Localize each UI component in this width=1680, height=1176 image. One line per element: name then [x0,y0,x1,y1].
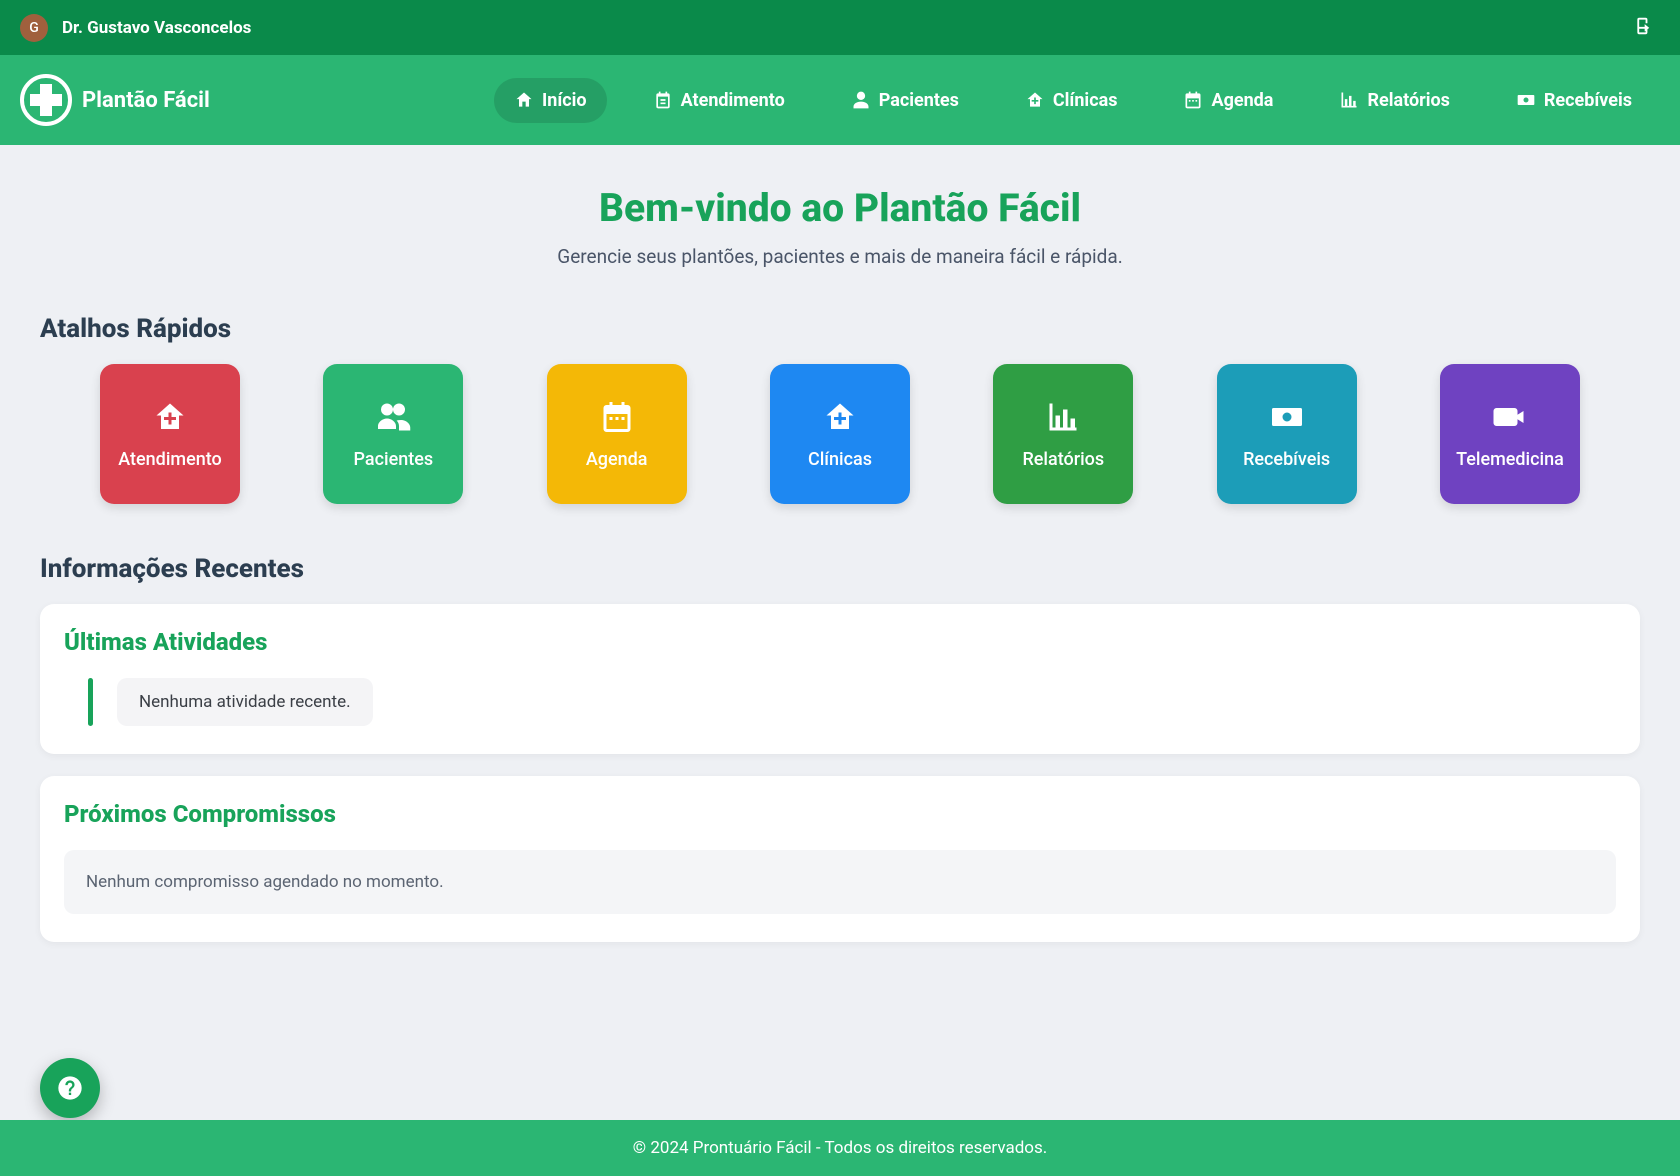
activity-empty-chip: Nenhuma atividade recente. [117,678,373,726]
nav-label: Pacientes [879,90,959,111]
card-title: Próximos Compromissos [64,800,1616,828]
money-icon [1516,90,1536,110]
tile-label: Telemedicina [1456,449,1564,470]
house-medical-icon [1025,90,1045,110]
shortcut-relatorios[interactable]: Relatórios [993,364,1133,504]
money-icon [1269,399,1305,435]
shortcut-recebiveis[interactable]: Recebíveis [1217,364,1357,504]
footer-text: © 2024 Prontuário Fácil - Todos os direi… [633,1138,1047,1158]
topbar-user[interactable]: G Dr. Gustavo Vasconcelos [20,14,251,42]
shortcut-clinicas[interactable]: Clínicas [770,364,910,504]
user-icon [851,90,871,110]
welcome-subtitle: Gerencie seus plantões, pacientes e mais… [40,245,1640,268]
shortcut-pacientes[interactable]: Pacientes [323,364,463,504]
nav-links: Início Atendimento Pacientes Clínicas Ag… [494,78,1652,123]
help-fab[interactable] [40,1058,100,1118]
chart-icon [1045,399,1081,435]
brand-logo-icon [20,74,72,126]
tile-label: Recebíveis [1243,449,1330,470]
nav-clinicas[interactable]: Clínicas [1005,78,1138,123]
card-title: Últimas Atividades [64,628,1616,656]
card-activities: Últimas Atividades Nenhuma atividade rec… [40,604,1640,754]
nav-label: Clínicas [1053,90,1118,111]
welcome-block: Bem-vindo ao Plantão Fácil Gerencie seus… [40,185,1640,268]
recent-heading: Informações Recentes [40,554,1640,584]
tile-label: Clínicas [808,449,872,470]
user-name: Dr. Gustavo Vasconcelos [62,18,251,38]
shortcut-atendimento[interactable]: Atendimento [100,364,240,504]
shortcut-telemedicina[interactable]: Telemedicina [1440,364,1580,504]
appointments-empty: Nenhum compromisso agendado no momento. [64,850,1616,914]
brand[interactable]: Plantão Fácil [20,74,210,126]
navbar: Plantão Fácil Início Atendimento Pacient… [0,55,1680,145]
nav-relatorios[interactable]: Relatórios [1319,78,1469,123]
welcome-title: Bem-vindo ao Plantão Fácil [40,185,1640,231]
brand-text: Plantão Fácil [82,88,210,113]
nav-label: Recebíveis [1544,90,1632,111]
logout-icon[interactable] [1630,15,1652,41]
nav-label: Agenda [1211,90,1273,111]
nav-label: Atendimento [681,90,785,111]
avatar: G [20,14,48,42]
shortcuts-row: Atendimento Pacientes Agenda Clínicas Re… [40,364,1640,504]
topbar: G Dr. Gustavo Vasconcelos [0,0,1680,55]
nav-label: Relatórios [1367,90,1449,111]
nav-pacientes[interactable]: Pacientes [831,78,979,123]
shortcut-agenda[interactable]: Agenda [547,364,687,504]
house-medical-icon [822,399,858,435]
tile-label: Agenda [586,449,648,470]
tile-label: Pacientes [354,449,434,470]
home-icon [514,90,534,110]
nav-inicio[interactable]: Início [494,78,607,123]
house-medical-icon [152,399,188,435]
card-appointments: Próximos Compromissos Nenhum compromisso… [40,776,1640,942]
help-icon [56,1074,84,1102]
activity-timeline: Nenhuma atividade recente. [64,678,1616,726]
shortcuts-heading: Atalhos Rápidos [40,314,1640,344]
nav-atendimento[interactable]: Atendimento [633,78,805,123]
tile-label: Atendimento [118,449,222,470]
nav-label: Início [542,90,587,111]
main-content: Bem-vindo ao Plantão Fácil Gerencie seus… [0,145,1680,1084]
timeline-bar [88,678,93,726]
nav-agenda[interactable]: Agenda [1163,78,1293,123]
video-icon [1492,399,1528,435]
calendar-icon [1183,90,1203,110]
calendar-icon [599,399,635,435]
nav-recebiveis[interactable]: Recebíveis [1496,78,1652,123]
users-icon [375,399,411,435]
footer: © 2024 Prontuário Fácil - Todos os direi… [0,1120,1680,1176]
clipboard-icon [653,90,673,110]
chart-icon [1339,90,1359,110]
tile-label: Relatórios [1022,449,1104,470]
